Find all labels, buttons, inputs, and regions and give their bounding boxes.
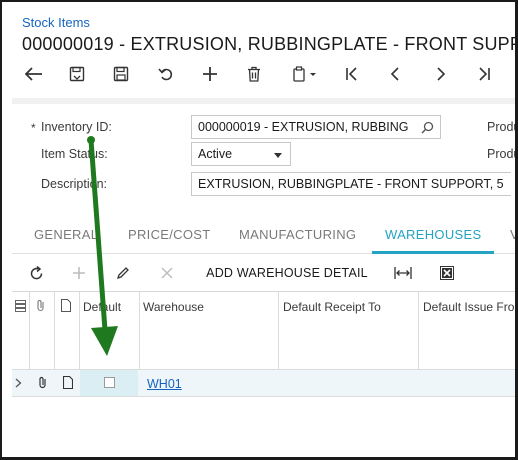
main-toolbar [2, 60, 515, 88]
breadcrumb[interactable]: Stock Items [22, 15, 90, 30]
attachment-icon [37, 300, 44, 312]
column-separator [79, 292, 80, 370]
column-default-receipt-to[interactable]: Default Receipt To [283, 300, 381, 314]
pencil-icon [116, 267, 129, 280]
previous-record-icon [390, 67, 399, 81]
tab-bar: GENERAL PRICE/COST MANUFACTURING WAREHOU… [12, 218, 515, 254]
back-icon [25, 67, 42, 81]
row-expand-icon[interactable] [15, 378, 22, 388]
undo-button[interactable] [152, 60, 180, 88]
previous-record-button[interactable] [382, 60, 410, 88]
save-button[interactable] [107, 60, 135, 88]
edit-row-button[interactable] [113, 262, 133, 284]
note-icon [61, 299, 71, 312]
attachment-icon[interactable] [38, 376, 48, 389]
delete-icon [248, 66, 260, 82]
next-record-button[interactable] [426, 60, 454, 88]
save-icon [113, 66, 129, 82]
add-warehouse-detail-label: ADD WAREHOUSE DETAIL [206, 266, 368, 280]
refresh-button[interactable] [26, 262, 46, 284]
undo-icon [158, 68, 173, 81]
warehouse-link[interactable]: WH01 [147, 377, 182, 391]
active-tab-indicator [372, 251, 494, 254]
default-checkbox[interactable] [104, 377, 115, 388]
description-value: EXTRUSION, RUBBINGPLATE - FRONT SUPPORT,… [198, 177, 504, 191]
column-separator [139, 292, 140, 370]
add-row-button[interactable] [69, 262, 89, 284]
chevron-down-icon [274, 153, 282, 158]
fit-to-screen-button[interactable] [392, 262, 414, 284]
table-row[interactable]: WH01 [12, 369, 515, 397]
export-excel-button[interactable] [436, 262, 458, 284]
column-separator [418, 292, 419, 370]
item-status-value: Active [198, 147, 233, 161]
refresh-icon [30, 265, 42, 279]
copy-paste-menu[interactable] [286, 60, 324, 88]
first-record-icon [346, 67, 357, 81]
add-icon [203, 67, 217, 81]
product-label-2: Produ [487, 147, 518, 161]
add-icon [73, 267, 85, 279]
next-record-icon [437, 67, 446, 81]
add-button[interactable] [196, 60, 224, 88]
tab-general[interactable]: GENERAL [34, 227, 98, 242]
app-window: Stock Items 000000019 - EXTRUSION, RUBBI… [0, 0, 518, 460]
column-default[interactable]: Default [83, 300, 121, 314]
tab-more[interactable]: V [510, 227, 515, 242]
column-separator [278, 292, 279, 370]
description-label: Description: [41, 177, 107, 191]
add-warehouse-detail-button[interactable]: ADD WAREHOUSE DETAIL [202, 262, 372, 284]
save-and-close-icon [69, 66, 85, 82]
tab-price-cost[interactable]: PRICE/COST [128, 227, 210, 242]
left-margin [2, 98, 12, 457]
inventory-id-value: 000000019 - EXTRUSION, RUBBING [198, 120, 409, 134]
inventory-id-field[interactable]: 000000019 - EXTRUSION, RUBBING [191, 115, 441, 139]
back-button[interactable] [20, 60, 48, 88]
row-settings-icon[interactable] [15, 300, 26, 312]
inventory-id-label: Inventory ID: [41, 120, 112, 134]
last-record-button[interactable] [470, 60, 498, 88]
excel-icon [440, 266, 454, 280]
tab-warehouses[interactable]: WAREHOUSES [385, 227, 481, 242]
grid-header: Default Warehouse Default Receipt To Def… [12, 291, 515, 370]
item-status-select[interactable]: Active [191, 142, 291, 166]
delete-row-button[interactable] [157, 262, 177, 284]
copy-paste-icon [293, 66, 316, 82]
column-separator [54, 292, 55, 370]
save-and-close-button[interactable] [63, 60, 91, 88]
product-label-1: Produ [487, 120, 518, 134]
close-icon [161, 267, 173, 279]
search-icon[interactable] [421, 121, 434, 134]
grid-toolbar: ADD WAREHOUSE DETAIL [12, 258, 515, 288]
fit-width-icon [394, 267, 412, 279]
delete-button[interactable] [240, 60, 268, 88]
first-record-button[interactable] [338, 60, 366, 88]
description-field[interactable]: EXTRUSION, RUBBINGPLATE - FRONT SUPPORT,… [191, 172, 511, 196]
form-top-divider [12, 98, 515, 104]
page-title: 000000019 - EXTRUSION, RUBBINGPLATE - FR… [22, 34, 518, 54]
tab-manufacturing[interactable]: MANUFACTURING [239, 227, 356, 242]
required-marker: * [31, 121, 36, 135]
column-default-issue-from[interactable]: Default Issue Fro [423, 300, 514, 314]
column-warehouse[interactable]: Warehouse [143, 300, 204, 314]
item-status-label: Item Status: [41, 147, 108, 161]
column-separator [29, 292, 30, 370]
note-icon[interactable] [63, 376, 73, 389]
last-record-icon [479, 67, 490, 81]
